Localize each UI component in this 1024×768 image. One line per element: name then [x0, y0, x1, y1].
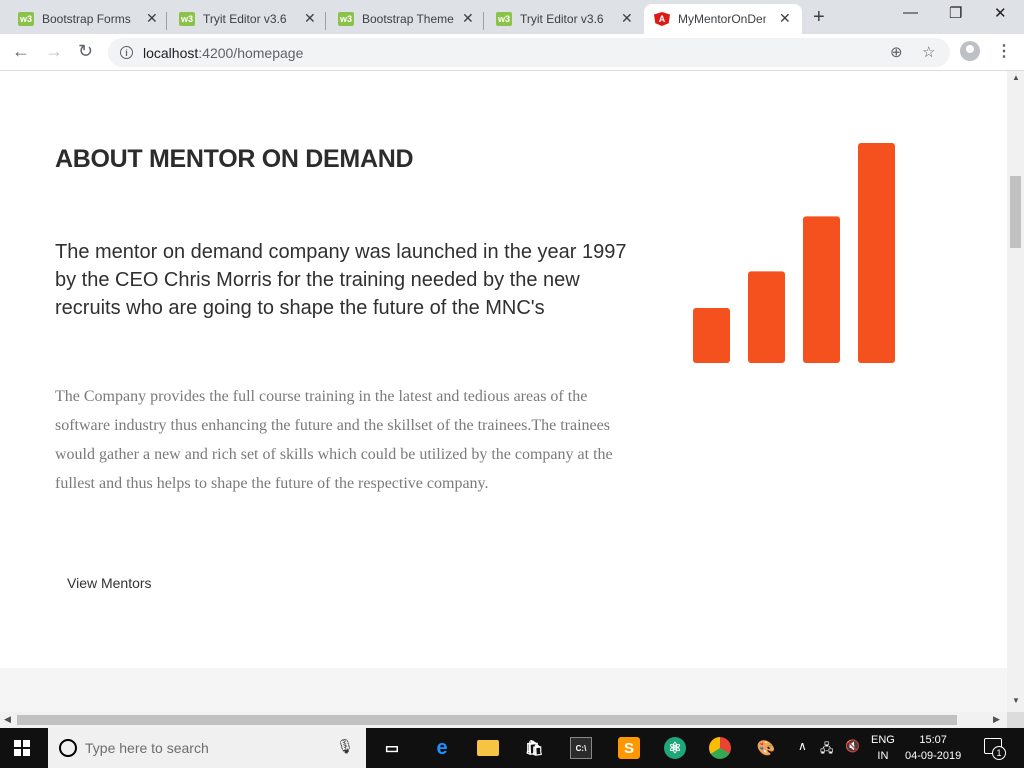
sublime-text-icon[interactable]: S: [618, 737, 640, 759]
signal-bar-chart: [693, 143, 895, 363]
tab-bootstrap-forms[interactable]: w3 Bootstrap Forms ✕: [0, 4, 167, 34]
address-bar[interactable]: i localhost:4200/homepage ⊕ ☆: [108, 38, 950, 67]
scroll-up-arrow-icon[interactable]: ▲: [1012, 73, 1020, 82]
tab-bootstrap-theme[interactable]: w3 Bootstrap Theme ✕: [326, 4, 484, 34]
scrollbar-corner: [1007, 712, 1024, 728]
forward-arrow-icon[interactable]: →: [45, 41, 63, 62]
lang-code: ENG: [871, 734, 895, 746]
paint-icon[interactable]: 🎨: [755, 737, 777, 759]
close-tab-icon[interactable]: ✕: [146, 10, 158, 27]
zoom-icon[interactable]: ⊕: [890, 43, 903, 61]
task-view-icon[interactable]: ▭: [381, 737, 403, 759]
clock-date: 04-09-2019: [905, 750, 962, 762]
chart-bar-3: [803, 216, 840, 363]
edge-browser-icon[interactable]: e: [431, 737, 453, 759]
w3schools-favicon-icon: w3: [496, 12, 512, 26]
tab-tryit-editor-1[interactable]: w3 Tryit Editor v3.6 ✕: [167, 4, 326, 34]
scroll-left-arrow-icon[interactable]: ◀: [4, 714, 11, 725]
atom-icon[interactable]: ⚛: [664, 737, 686, 759]
w3schools-favicon-icon: w3: [18, 12, 34, 26]
view-mentors-button[interactable]: View Mentors: [67, 575, 152, 591]
close-tab-icon[interactable]: ✕: [779, 10, 791, 27]
search-placeholder: Type here to search: [85, 740, 209, 756]
chart-bar-4: [858, 143, 895, 363]
close-tab-icon[interactable]: ✕: [462, 10, 474, 27]
restore-icon[interactable]: ❐: [949, 4, 962, 22]
angular-favicon-icon: A: [654, 12, 670, 26]
lang-region: IN: [877, 750, 889, 762]
browser-toolbar: ← → ↻ i localhost:4200/homepage ⊕ ☆ ⋮: [0, 34, 1024, 71]
profile-avatar-icon[interactable]: [960, 41, 980, 61]
volume-muted-icon[interactable]: 🔇: [845, 739, 860, 753]
tab-mymentorondemand[interactable]: A MyMentorOnDem ✕: [644, 4, 802, 34]
page-title: ABOUT MENTOR ON DEMAND: [55, 145, 414, 173]
url-text[interactable]: localhost:4200/homepage: [143, 45, 303, 61]
lead-paragraph: The mentor on demand company was launche…: [55, 241, 627, 319]
w3schools-favicon-icon: w3: [338, 12, 354, 26]
body-paragraph: The Company provides the full course tra…: [55, 388, 613, 492]
footer-section: [0, 668, 1007, 712]
vertical-scrollbar[interactable]: ▲ ▼: [1007, 71, 1024, 712]
windows-taskbar: Type here to search 🎙 ▭ e 🛍 C:\ S ⚛ 🎨 ∧ …: [0, 728, 1024, 768]
vertical-scroll-thumb[interactable]: [1010, 176, 1021, 248]
tab-title: Tryit Editor v3.6: [520, 12, 604, 26]
notification-count-badge: 1: [992, 746, 1006, 760]
chrome-icon[interactable]: [709, 737, 731, 759]
tab-title: Tryit Editor v3.6: [203, 12, 287, 26]
horizontal-scrollbar[interactable]: ◀ ▶: [0, 712, 1007, 728]
windows-start-icon[interactable]: [14, 740, 31, 757]
browser-tabstrip: w3 Bootstrap Forms ✕ w3 Tryit Editor v3.…: [0, 0, 1024, 34]
tab-title: MyMentorOnDem: [678, 12, 766, 26]
scroll-down-arrow-icon[interactable]: ▼: [1012, 696, 1020, 705]
file-explorer-icon[interactable]: [477, 740, 499, 756]
tab-tryit-editor-2[interactable]: w3 Tryit Editor v3.6 ✕: [484, 4, 642, 34]
w3schools-favicon-icon: w3: [179, 12, 195, 26]
store-icon[interactable]: 🛍: [523, 737, 545, 759]
chart-bar-1: [693, 308, 730, 363]
window-close-icon[interactable]: ✕: [994, 4, 1007, 22]
browser-menu-icon[interactable]: ⋮: [996, 41, 1012, 61]
language-indicator[interactable]: ENG IN: [871, 732, 895, 764]
command-prompt-icon[interactable]: C:\: [570, 737, 592, 759]
cortana-icon: [59, 739, 77, 757]
tray-chevron-icon[interactable]: ∧: [798, 739, 807, 753]
tab-title: Bootstrap Forms: [42, 12, 131, 26]
system-clock[interactable]: 15:07 04-09-2019: [905, 732, 961, 764]
page-viewport: ABOUT MENTOR ON DEMAND The mentor on dem…: [0, 71, 1007, 712]
close-tab-icon[interactable]: ✕: [304, 10, 316, 27]
network-icon[interactable]: 🖧: [820, 739, 833, 760]
tab-title: Bootstrap Theme: [362, 12, 454, 26]
bookmark-star-icon[interactable]: ☆: [922, 43, 935, 61]
url-path: :4200/homepage: [198, 44, 304, 61]
close-tab-icon[interactable]: ✕: [621, 10, 633, 27]
new-tab-button[interactable]: +: [813, 6, 825, 29]
info-icon[interactable]: i: [120, 46, 133, 59]
minimize-icon[interactable]: —: [903, 4, 918, 21]
url-host: localhost: [143, 44, 199, 61]
taskbar-search-box[interactable]: Type here to search 🎙: [48, 728, 366, 768]
microphone-icon[interactable]: 🎙: [336, 738, 354, 755]
chart-bar-2: [748, 271, 785, 363]
horizontal-scroll-thumb[interactable]: [17, 715, 957, 725]
clock-time: 15:07: [919, 734, 947, 746]
scroll-right-arrow-icon[interactable]: ▶: [993, 714, 1000, 725]
reload-icon[interactable]: ↻: [78, 41, 93, 62]
back-arrow-icon[interactable]: ←: [12, 41, 30, 62]
